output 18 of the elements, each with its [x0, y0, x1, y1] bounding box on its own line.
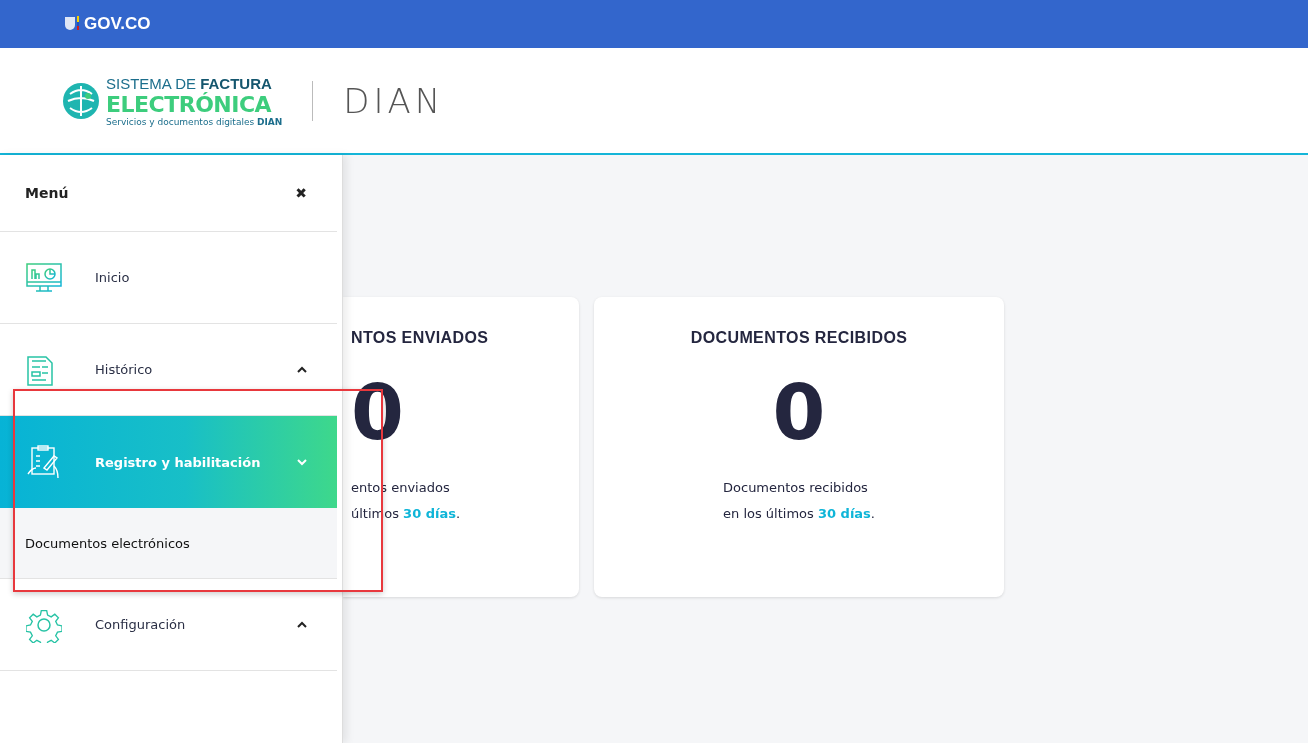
clipboard-hand-icon	[26, 444, 62, 480]
count-value: 0	[772, 375, 826, 451]
menu-item[interactable]: Inicio	[0, 232, 337, 324]
gov-logo-text[interactable]: GOV.CO	[84, 14, 151, 34]
monitor-chart-icon	[26, 261, 62, 294]
menu-title: Menú	[25, 185, 69, 201]
logo-subtitle: Servicios y documentos digitales DIAN	[106, 116, 283, 127]
card-title: DOCUMENTOS RECIBIDOS	[690, 329, 908, 347]
submenu-item[interactable]: Documentos electrónicos	[0, 508, 337, 579]
close-icon[interactable]: ✖	[295, 185, 307, 201]
card-caption: en los últimos 30 días.	[723, 505, 875, 523]
card-caption: Documentos recibidos	[723, 479, 869, 497]
globe-logo-icon	[62, 81, 100, 120]
brand-logo-text: DIAN	[343, 80, 445, 121]
logo-title: SISTEMA DE FACTURA	[106, 74, 273, 92]
card-title: NTOS ENVIADOS	[351, 329, 489, 347]
logo-title-main: ELECTRÓNICA	[106, 91, 273, 117]
menu-item[interactable]: Configuración	[0, 579, 337, 671]
